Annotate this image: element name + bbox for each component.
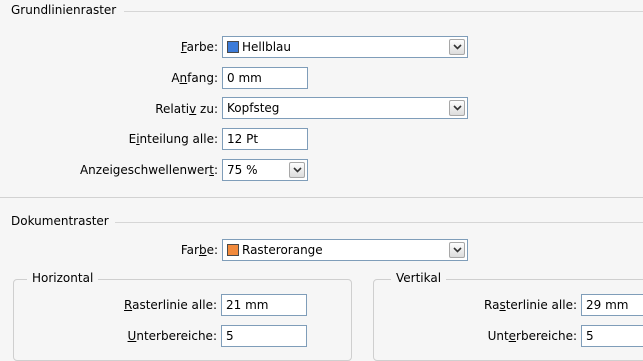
document-color-label: Farbe: xyxy=(180,243,218,257)
relative-to-label: Relativ zu: xyxy=(155,102,218,116)
horizontal-subdivisions-label: Unterbereiche: xyxy=(127,329,217,343)
color-swatch xyxy=(227,244,239,256)
baseline-color-dropdown[interactable]: Hellblau xyxy=(222,36,468,58)
view-threshold-dropdown[interactable]: 75 % xyxy=(222,159,308,181)
document-color-dropdown[interactable]: Rasterorange xyxy=(222,239,468,261)
vertical-title: Vertikal xyxy=(391,271,447,285)
chevron-down-icon[interactable] xyxy=(449,242,465,258)
vertical-gridline-label: Rasterlinie alle: xyxy=(484,298,577,312)
baseline-color-value: Hellblau xyxy=(242,40,291,54)
vertical-subdivisions-label: Unterbereiche: xyxy=(487,329,577,343)
view-threshold-value: 75 % xyxy=(227,163,258,177)
view-threshold-label: Anzeigeschwellenwert: xyxy=(79,163,218,177)
horizontal-group xyxy=(13,279,352,361)
horizontal-title: Horizontal xyxy=(27,271,99,285)
relative-to-value: Kopfsteg xyxy=(227,101,280,115)
chevron-down-icon[interactable] xyxy=(289,162,305,178)
increment-input[interactable]: 12 Pt xyxy=(222,128,308,150)
document-grid-title: Dokumentraster xyxy=(11,214,115,228)
baseline-grid-title: Grundlinienraster xyxy=(11,3,123,17)
section-separator xyxy=(0,197,643,198)
relative-to-dropdown[interactable]: Kopfsteg xyxy=(222,97,468,119)
increment-label: Einteilung alle: xyxy=(128,132,218,146)
document-grid-divider xyxy=(102,222,643,223)
chevron-down-icon[interactable] xyxy=(449,39,465,55)
vertical-group xyxy=(373,279,643,361)
horizontal-gridline-input[interactable]: 21 mm xyxy=(221,294,307,316)
baseline-grid-divider xyxy=(124,11,643,12)
vertical-gridline-input[interactable]: 29 mm xyxy=(581,294,643,316)
baseline-start-input[interactable]: 0 mm xyxy=(222,67,308,89)
baseline-start-label: Anfang: xyxy=(171,71,218,85)
document-color-value: Rasterorange xyxy=(242,243,323,257)
chevron-down-icon[interactable] xyxy=(449,100,465,116)
baseline-color-label: Farbe: xyxy=(180,40,218,54)
color-swatch xyxy=(227,41,239,53)
horizontal-gridline-label: Rasterlinie alle: xyxy=(124,298,217,312)
